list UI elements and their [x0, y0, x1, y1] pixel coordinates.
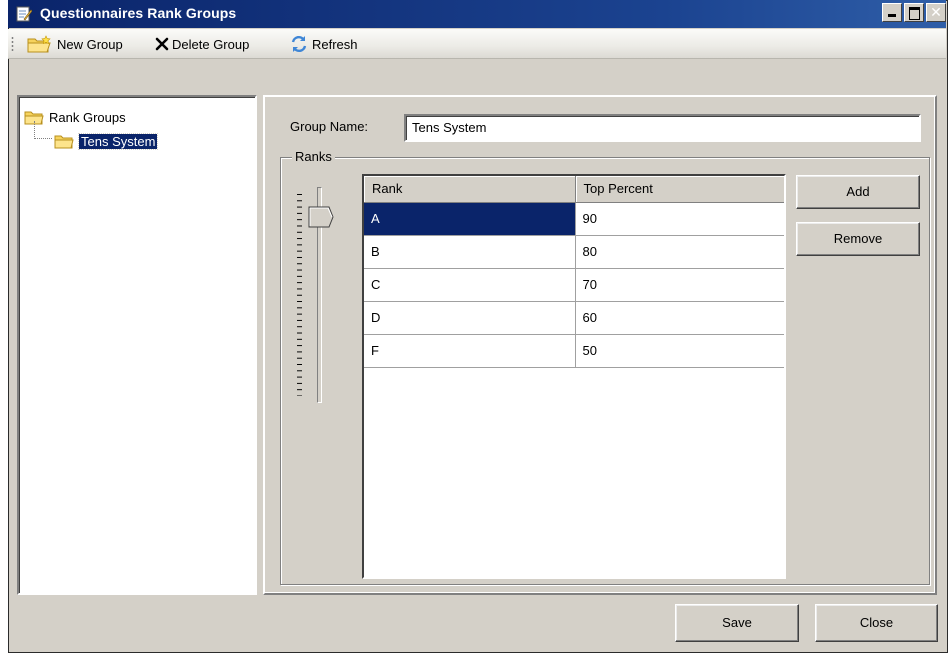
close-button-label: Close — [859, 615, 894, 630]
cell-rank[interactable]: A — [364, 202, 576, 236]
grid-header-row: Rank Top Percent — [364, 176, 784, 203]
tree-child-label: Tens System — [77, 132, 159, 150]
toolbar-grip[interactable] — [11, 36, 14, 52]
title-bar[interactable]: Questionnaires Rank Groups ✕ — [8, 0, 946, 28]
group-name-label: Group Name: — [290, 119, 369, 134]
minimize-icon[interactable] — [882, 3, 902, 22]
cell-top-percent[interactable]: 60 — [575, 301, 784, 335]
add-button[interactable]: Add — [796, 175, 920, 209]
refresh-icon — [291, 35, 307, 53]
remove-button[interactable]: Remove — [796, 222, 920, 256]
cell-rank[interactable]: D — [364, 301, 576, 335]
window-app-icon — [16, 6, 33, 22]
ranks-legend: Ranks — [292, 149, 335, 164]
tree-connector — [34, 121, 52, 139]
tree-node-tens-system[interactable]: Tens System — [54, 132, 159, 150]
add-button-label: Add — [846, 184, 870, 199]
delete-group-button[interactable]: Delete Group — [155, 34, 249, 54]
cell-rank[interactable]: F — [364, 334, 576, 368]
table-row[interactable]: B 80 — [364, 235, 784, 269]
tree-root-label: Rank Groups — [49, 109, 126, 125]
cell-rank[interactable]: C — [364, 268, 576, 302]
refresh-label: Refresh — [312, 36, 358, 52]
refresh-button[interactable]: Refresh — [289, 34, 358, 54]
window-title: Questionnaires Rank Groups — [40, 5, 237, 21]
save-button-label: Save — [722, 615, 752, 630]
column-header-rank[interactable]: Rank — [364, 176, 576, 203]
cell-top-percent[interactable]: 70 — [575, 268, 784, 302]
maximize-icon[interactable] — [904, 3, 924, 22]
folder-icon — [54, 135, 74, 149]
close-button[interactable]: Close — [815, 604, 938, 642]
table-row[interactable]: C 70 — [364, 268, 784, 302]
group-name-field[interactable]: Tens System — [404, 114, 921, 142]
rank-groups-tree[interactable]: Rank Groups Tens System — [17, 95, 257, 595]
toolbar: New Group Delete Group Refresh — [8, 29, 946, 59]
ranks-grid[interactable]: Rank Top Percent A 90 B 80 C 70 D 60 F 5… — [362, 174, 786, 579]
remove-button-label: Remove — [833, 231, 883, 246]
column-header-top-percent[interactable]: Top Percent — [575, 176, 784, 203]
new-group-label: New Group — [57, 36, 123, 52]
cell-top-percent[interactable]: 80 — [575, 235, 784, 269]
new-folder-icon — [27, 35, 51, 53]
save-button[interactable]: Save — [675, 604, 799, 642]
cell-top-percent[interactable]: 50 — [575, 334, 784, 368]
cell-rank[interactable]: B — [364, 235, 576, 269]
delete-x-icon — [155, 37, 169, 51]
new-group-button[interactable]: New Group — [26, 34, 123, 54]
table-row[interactable]: F 50 — [364, 334, 784, 368]
slider-ticks — [297, 194, 302, 396]
rank-order-slider-thumb[interactable] — [308, 206, 334, 228]
table-row[interactable]: A 90 — [364, 202, 784, 236]
table-row[interactable]: D 60 — [364, 301, 784, 335]
close-icon[interactable]: ✕ — [926, 3, 946, 22]
delete-group-label: Delete Group — [172, 36, 250, 52]
cell-top-percent[interactable]: 90 — [575, 202, 784, 236]
